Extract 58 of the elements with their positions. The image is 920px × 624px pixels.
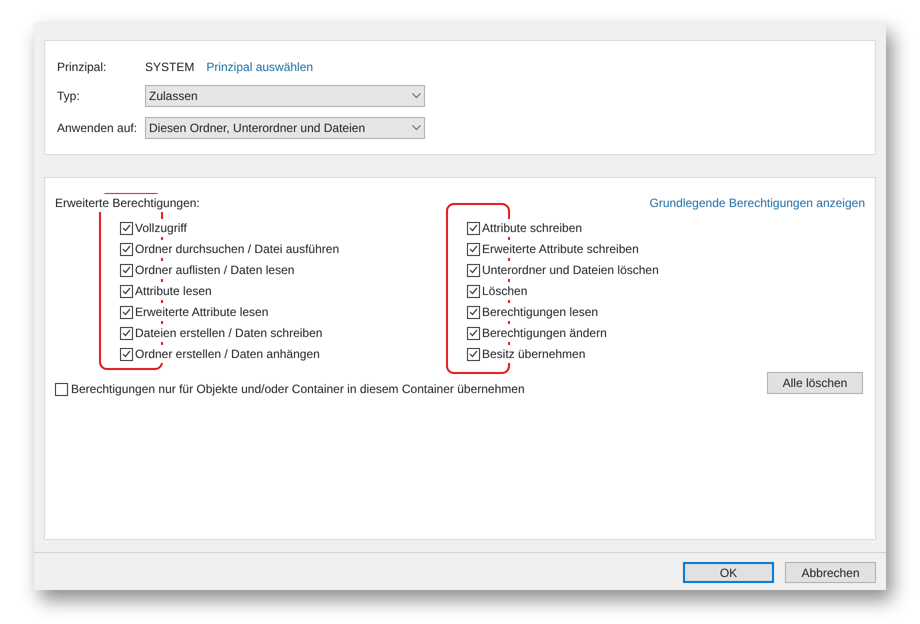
checkbox[interactable] (55, 382, 68, 396)
permission-label: Besitz übernehmen (482, 345, 586, 363)
permission-label: Löschen (482, 282, 528, 300)
permission-label: Unterordner und Dateien löschen (482, 261, 659, 279)
permission-label: Ordner erstellen / Daten anhängen (135, 345, 320, 363)
permission-label: Attribute schreiben (482, 219, 582, 237)
check-icon (122, 350, 131, 358)
checkbox[interactable] (120, 242, 133, 256)
permission-label: Berechtigungen lesen (482, 303, 598, 321)
dialog-button[interactable]: Abbrechen (785, 562, 876, 583)
dropdown[interactable]: Zulassen (145, 85, 425, 107)
checkbox[interactable] (120, 284, 133, 298)
permission-label: Dateien erstellen / Daten schreiben (135, 324, 322, 342)
checkbox[interactable] (467, 306, 480, 318)
check-icon (469, 308, 478, 316)
select-principal-link[interactable]: Prinzipal auswählen (206, 58, 314, 76)
checkbox[interactable] (120, 348, 133, 360)
checkbox[interactable] (120, 222, 133, 234)
principal-label: Prinzipal: (57, 59, 108, 76)
permission-label: Ordner durchsuchen / Datei ausführen (135, 240, 340, 258)
principal-value: SYSTEM (145, 59, 194, 76)
permission-label: Vollzugriff (135, 219, 187, 237)
check-icon (122, 224, 131, 232)
permission-label: Ordner auflisten / Daten lesen (135, 261, 294, 279)
check-icon (122, 245, 131, 253)
checkbox[interactable] (120, 264, 133, 276)
check-icon (122, 287, 131, 295)
checkbox[interactable] (467, 326, 480, 340)
checkbox[interactable] (120, 326, 133, 340)
field-label: Anwenden auf: (57, 120, 138, 137)
check-icon (122, 266, 131, 274)
check-icon (469, 266, 478, 274)
chevron-down-icon (412, 125, 421, 131)
check-icon (122, 308, 131, 316)
check-icon (469, 329, 478, 337)
checkbox[interactable] (467, 264, 480, 276)
field-label: Typ: (57, 88, 81, 105)
basic-permissions-link[interactable]: Grundlegende Berechtigungen anzeigen (649, 194, 865, 212)
permission-label: Berechtigungen ändern (482, 324, 607, 342)
chevron-down-icon (412, 93, 421, 99)
permission-label: Attribute lesen (135, 282, 212, 300)
check-icon (469, 224, 478, 232)
dialog-button[interactable]: OK (683, 562, 774, 583)
clear-all-button[interactable]: Alle löschen (767, 372, 863, 394)
section-title: Erweiterte Berechtigungen: (55, 194, 200, 212)
checkbox[interactable] (120, 306, 133, 318)
checkbox[interactable] (467, 242, 480, 256)
inherit-label: Berechtigungen nur für Objekte und/oder Container in diesem Container übernehmen (71, 381, 525, 398)
check-icon (122, 329, 131, 337)
checkbox[interactable] (467, 348, 480, 360)
check-icon (469, 287, 478, 295)
dropdown[interactable]: Diesen Ordner, Unterordner und Dateien (145, 117, 425, 139)
check-icon (469, 245, 478, 253)
permission-label: Erweiterte Attribute schreiben (482, 240, 639, 258)
check-icon (469, 350, 478, 358)
checkbox[interactable] (467, 284, 480, 298)
checkbox[interactable] (467, 222, 480, 234)
permission-label: Erweiterte Attribute lesen (135, 303, 268, 321)
